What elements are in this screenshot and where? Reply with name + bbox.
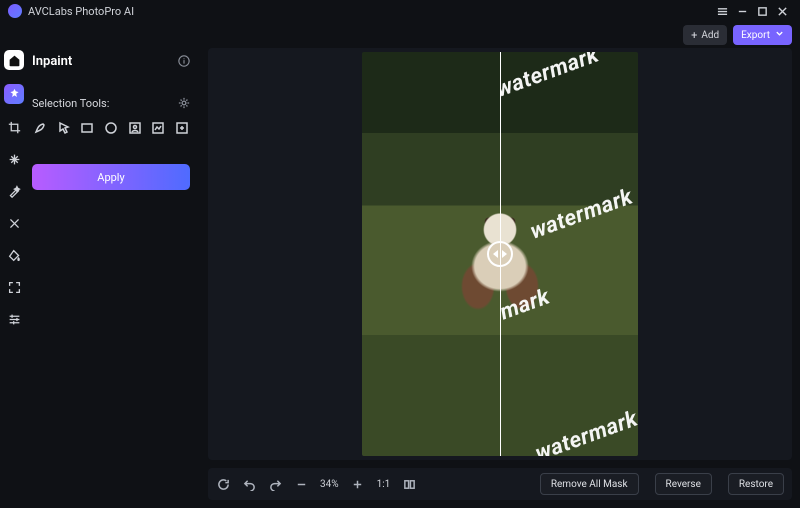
maximize-button[interactable] — [752, 1, 772, 21]
ai-stars-icon[interactable] — [4, 84, 24, 104]
photo: watermark watermark watermark watermark — [362, 52, 638, 456]
chevron-down-icon — [775, 29, 784, 41]
image-stage[interactable]: watermark watermark watermark watermark — [208, 48, 792, 460]
panel-title: Inpaint — [32, 54, 72, 69]
compare-toggle-icon[interactable] — [402, 477, 416, 491]
app-title: AVCLabs PhotoPro AI — [28, 5, 134, 18]
selection-tools-label: Selection Tools: — [32, 97, 109, 110]
panel-header: Inpaint — [32, 50, 190, 72]
zoom-in-icon[interactable] — [351, 477, 365, 491]
ratio-button[interactable]: 1:1 — [377, 479, 391, 490]
main: Inpaint Selection Tools: Apply — [0, 48, 800, 508]
remove-all-mask-button[interactable]: Remove All Mask — [540, 473, 639, 495]
expand-tool-icon[interactable] — [5, 278, 23, 296]
zoom-value: 34% — [320, 479, 339, 490]
zoom-out-icon[interactable] — [294, 477, 308, 491]
paint-bucket-icon[interactable] — [5, 246, 23, 264]
app-logo — [8, 4, 22, 18]
tool-rail — [0, 48, 28, 508]
selection-tools — [32, 120, 190, 136]
reverse-button[interactable]: Reverse — [655, 473, 712, 495]
info-icon[interactable] — [178, 52, 190, 71]
selection-tools-row: Selection Tools: — [32, 94, 190, 112]
menu-icon[interactable] — [712, 1, 732, 21]
plus-icon: + — [691, 30, 697, 41]
canvas-area: watermark watermark watermark watermark … — [200, 48, 800, 508]
gear-icon[interactable] — [178, 94, 190, 113]
sparkle-tool-icon[interactable] — [5, 150, 23, 168]
watermark-text: watermark — [493, 52, 602, 103]
ellipse-select-icon[interactable] — [103, 120, 119, 136]
watermark-text: watermark — [532, 406, 638, 456]
rect-select-icon[interactable] — [79, 120, 95, 136]
titlebar: AVCLabs PhotoPro AI — [0, 0, 800, 22]
add-select-icon[interactable] — [174, 120, 190, 136]
magic-wand-icon[interactable] — [5, 182, 23, 200]
bottom-bar: 34% 1:1 Remove All Mask Reverse Restore — [208, 468, 792, 500]
add-button[interactable]: + Add — [683, 25, 727, 45]
object-select-icon[interactable] — [151, 120, 167, 136]
home-icon[interactable] — [4, 50, 24, 70]
undo-icon[interactable] — [242, 477, 256, 491]
top-actions: + Add Export — [0, 22, 800, 48]
apply-button[interactable]: Apply — [32, 164, 190, 190]
portrait-select-icon[interactable] — [127, 120, 143, 136]
export-button[interactable]: Export — [733, 25, 792, 45]
add-button-label: Add — [701, 30, 719, 41]
side-panel: Inpaint Selection Tools: Apply — [28, 48, 200, 508]
brush-select-icon[interactable] — [32, 120, 48, 136]
sliders-tool-icon[interactable] — [5, 310, 23, 328]
compare-slider-handle[interactable] — [487, 241, 513, 267]
crop-tool-icon[interactable] — [5, 118, 23, 136]
close-button[interactable] — [772, 1, 792, 21]
reset-icon[interactable] — [216, 477, 230, 491]
watermark-text: watermark — [527, 184, 636, 244]
apply-button-label: Apply — [97, 171, 124, 184]
minimize-button[interactable] — [732, 1, 752, 21]
pointer-select-icon[interactable] — [56, 120, 72, 136]
restore-button[interactable]: Restore — [728, 473, 784, 495]
redo-icon[interactable] — [268, 477, 282, 491]
export-button-label: Export — [741, 30, 770, 41]
adjust-tool-icon[interactable] — [5, 214, 23, 232]
